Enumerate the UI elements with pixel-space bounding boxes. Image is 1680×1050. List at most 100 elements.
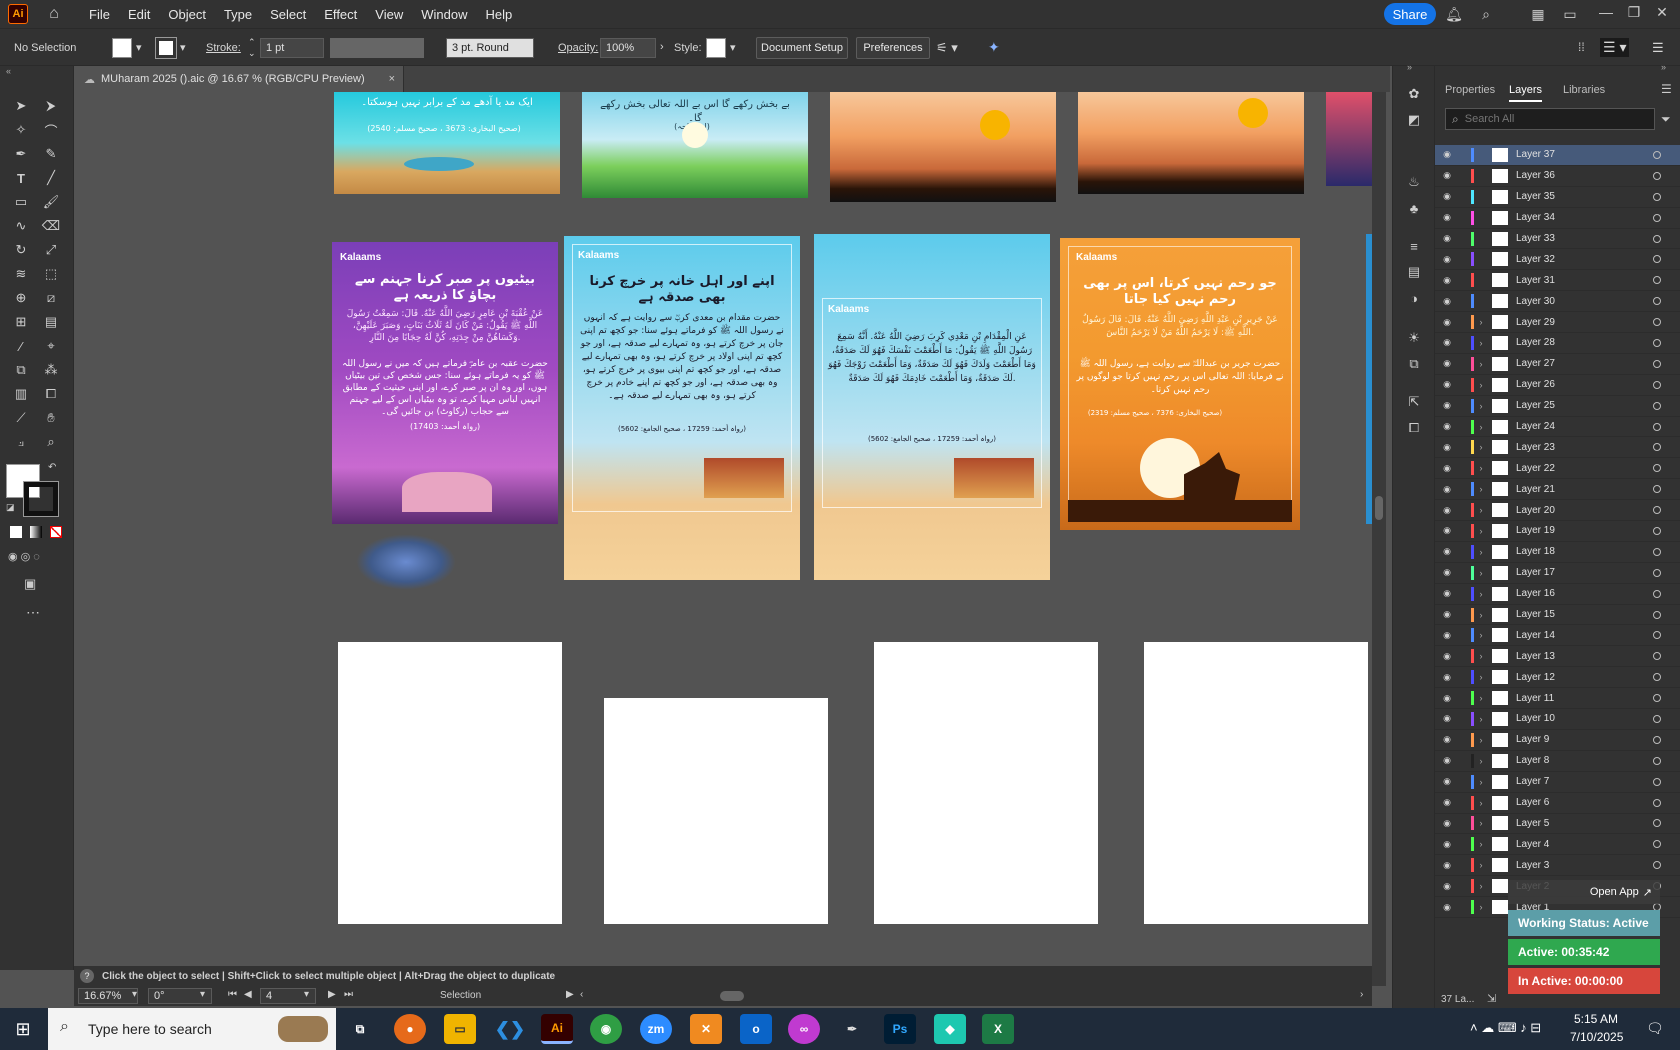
- zoom-dropdown-icon[interactable]: ▾: [132, 989, 137, 1000]
- vscode-icon[interactable]: ❮❯: [494, 1014, 526, 1044]
- layer-name[interactable]: Layer 18: [1516, 546, 1555, 557]
- artboard-1[interactable]: Kalaams بیٹیوں پر صبر کرنا جہنم سے بچاؤ …: [332, 242, 558, 524]
- fill-dropdown-icon[interactable]: ▾: [136, 41, 142, 54]
- shaper-tool-icon[interactable]: ∿: [10, 216, 32, 236]
- zoom-app-icon[interactable]: zm: [640, 1014, 672, 1044]
- layer-name[interactable]: Layer 12: [1516, 672, 1555, 683]
- first-artboard-icon[interactable]: ⏮: [228, 989, 237, 1000]
- layer-name[interactable]: Layer 15: [1516, 609, 1555, 620]
- filter-icon[interactable]: ⏷: [1661, 112, 1671, 127]
- creative-cloud-icon[interactable]: ∞: [788, 1014, 820, 1044]
- layer-row[interactable]: ◉ › Layer 29: [1435, 312, 1680, 334]
- vertical-scrollbar[interactable]: [1372, 92, 1386, 986]
- layer-row[interactable]: ◉ Layer 36: [1435, 166, 1680, 187]
- menu-view[interactable]: View: [366, 7, 412, 22]
- canvas-area[interactable]: ایک مد یا آدھے مد کے برابر نہیں ہوسکتا۔ …: [74, 92, 1372, 966]
- layer-target-icon[interactable]: [1653, 255, 1661, 264]
- layer-target-icon[interactable]: [1653, 714, 1661, 723]
- document-setup-button[interactable]: Document Setup: [756, 37, 848, 59]
- expand-layer-icon[interactable]: ›: [1474, 651, 1488, 661]
- visibility-eye-icon[interactable]: ◉: [1435, 902, 1459, 913]
- visibility-eye-icon[interactable]: ◉: [1435, 317, 1459, 328]
- restore-icon[interactable]: ❐: [1624, 2, 1644, 22]
- tab-layers[interactable]: Layers: [1509, 84, 1543, 102]
- stroke-color-swatch[interactable]: [23, 481, 59, 517]
- document-tab[interactable]: ☁ MUharam 2025 ().aic @ 16.67 % (RGB/CPU…: [74, 66, 404, 92]
- visibility-eye-icon[interactable]: ◉: [1435, 672, 1459, 683]
- visibility-eye-icon[interactable]: ◉: [1435, 337, 1459, 348]
- layer-target-icon[interactable]: [1653, 171, 1661, 180]
- expand-layer-icon[interactable]: ›: [1474, 610, 1488, 620]
- stroke-dropdown-icon[interactable]: ▾: [180, 41, 186, 54]
- artboard-top-1[interactable]: ایک مد یا آدھے مد کے برابر نہیں ہوسکتا۔ …: [334, 92, 560, 194]
- menu-effect[interactable]: Effect: [315, 7, 366, 22]
- layer-name[interactable]: Layer 11: [1516, 693, 1554, 704]
- artboard-top-2[interactable]: بے بخش رکھے گا اس بے اللہ تعالی بخش رکھے…: [582, 92, 808, 198]
- expand-layer-icon[interactable]: ›: [1474, 317, 1488, 327]
- curvature-tool-icon[interactable]: ✎: [40, 144, 62, 164]
- menu-help[interactable]: Help: [476, 7, 521, 22]
- file-explorer-icon[interactable]: ▭: [444, 1014, 476, 1044]
- expand-layer-icon[interactable]: ›: [1474, 693, 1488, 703]
- graphic-style-swatch[interactable]: [706, 38, 726, 58]
- layer-name[interactable]: Layer 24: [1516, 421, 1555, 432]
- layer-target-icon[interactable]: [1653, 506, 1661, 515]
- edit-toolbar-icon[interactable]: ⋯: [26, 604, 40, 621]
- brushes-icon[interactable]: ♨: [1403, 172, 1425, 192]
- appearance-icon[interactable]: ☀: [1403, 328, 1425, 348]
- layer-name[interactable]: Layer 19: [1516, 525, 1555, 536]
- align-icon[interactable]: ⁞⁞: [1578, 40, 1585, 54]
- next-artboard-icon[interactable]: ▶: [328, 989, 336, 1000]
- layer-row[interactable]: ◉ Layer 33: [1435, 229, 1680, 250]
- layer-row[interactable]: ◉ › Layer 6: [1435, 793, 1680, 814]
- layer-row[interactable]: ◉ Layer 34: [1435, 208, 1680, 229]
- layer-row[interactable]: ◉ › Layer 22: [1435, 458, 1680, 480]
- horizontal-scrollbar-thumb[interactable]: [720, 991, 744, 1001]
- layer-target-icon[interactable]: [1653, 401, 1661, 410]
- stroke-weight-input[interactable]: 1 pt: [260, 38, 324, 58]
- paintbrush-icon[interactable]: 🖌︎: [40, 192, 62, 212]
- photoshop-icon[interactable]: Ps: [884, 1014, 916, 1044]
- layer-name[interactable]: Layer 30: [1516, 296, 1555, 307]
- warp-tool-icon[interactable]: ≋: [10, 264, 32, 284]
- mesh-tool-icon[interactable]: ⊞: [10, 312, 32, 332]
- layer-name[interactable]: Layer 20: [1516, 505, 1555, 516]
- layer-row[interactable]: ◉ › Layer 14: [1435, 625, 1680, 647]
- perspective-grid-icon[interactable]: ⧄: [40, 288, 62, 308]
- expand-layer-icon[interactable]: ›: [1474, 422, 1488, 432]
- zoom-tool-icon[interactable]: ⌕: [40, 432, 62, 452]
- close-tab-icon[interactable]: ×: [389, 73, 395, 85]
- stroke-swatch[interactable]: [155, 37, 177, 59]
- expand-layer-icon[interactable]: ›: [1474, 359, 1488, 369]
- layer-target-icon[interactable]: [1653, 840, 1661, 849]
- panel-menu-icon[interactable]: ☰: [1661, 82, 1672, 96]
- expand-layer-icon[interactable]: ›: [1474, 756, 1488, 766]
- layer-row[interactable]: ◉ › Layer 27: [1435, 354, 1680, 375]
- visibility-eye-icon[interactable]: ◉: [1435, 651, 1459, 662]
- visibility-eye-icon[interactable]: ◉: [1435, 212, 1459, 223]
- gradient-panel-icon[interactable]: ▤: [1403, 262, 1425, 282]
- visibility-eye-icon[interactable]: ◉: [1435, 609, 1459, 620]
- expand-layer-icon[interactable]: ›: [1474, 902, 1488, 912]
- symbols-icon[interactable]: ♣: [1403, 198, 1425, 218]
- visibility-eye-icon[interactable]: ◉: [1435, 442, 1459, 453]
- brush-definition-dropdown[interactable]: 3 pt. Round: [446, 38, 534, 58]
- visibility-eye-icon[interactable]: ◉: [1435, 275, 1459, 286]
- free-transform-icon[interactable]: ⬚: [40, 264, 62, 284]
- hand-tool-icon[interactable]: ✋︎: [40, 408, 62, 428]
- layer-row[interactable]: ◉ › Layer 10: [1435, 709, 1680, 730]
- gradient-mode-icon[interactable]: [30, 526, 42, 538]
- drawing-mode-icon[interactable]: ◉ ◎ ◌: [8, 550, 40, 563]
- stroke-panel-icon[interactable]: ≡: [1403, 236, 1425, 256]
- layer-target-icon[interactable]: [1653, 819, 1661, 828]
- layer-row[interactable]: ◉ Layer 31: [1435, 270, 1680, 292]
- layer-name[interactable]: Layer 33: [1516, 233, 1555, 244]
- tab-properties[interactable]: Properties: [1445, 84, 1495, 96]
- layer-target-icon[interactable]: [1653, 777, 1661, 786]
- menu-edit[interactable]: Edit: [119, 7, 159, 22]
- layer-target-icon[interactable]: [1653, 485, 1661, 494]
- layer-name[interactable]: Layer 27: [1516, 358, 1555, 369]
- layer-target-icon[interactable]: [1653, 547, 1661, 556]
- task-view-icon[interactable]: ⧉: [344, 1014, 376, 1044]
- expand-layer-icon[interactable]: ›: [1474, 630, 1488, 640]
